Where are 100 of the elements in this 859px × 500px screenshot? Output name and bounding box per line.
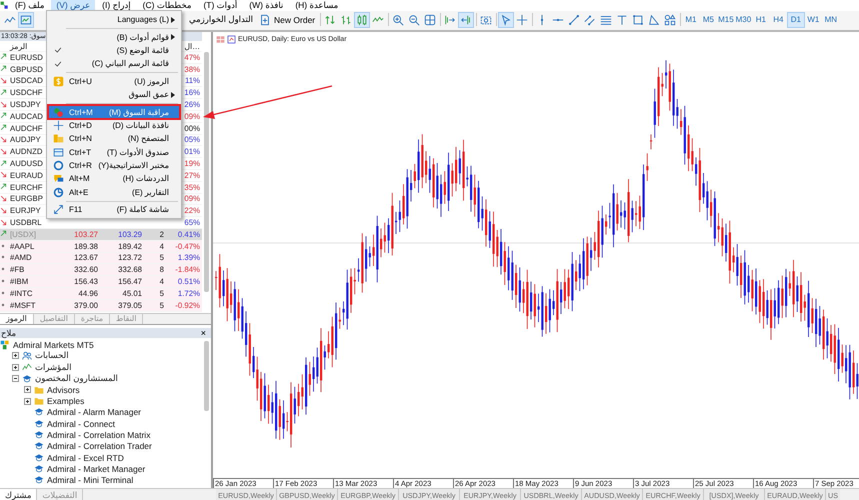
graduation-cap-icon [34,441,44,452]
ring-icon [52,160,64,172]
tree-item[interactable]: Admiral - Connect [47,418,116,429]
menu-item[interactable]: عمق السوق [48,88,180,102]
menu-item[interactable]: إدراج (I) [97,0,136,11]
toolbar-button[interactable] [18,12,34,28]
tree-item[interactable]: Admiral - Alarm Manager [47,407,142,418]
expand-icon[interactable] [24,386,31,394]
window-icon [52,146,64,158]
tree-item[interactable]: Advisors [47,384,80,395]
grid-icon [216,35,225,44]
tree-item[interactable]: Admiral - Correlation Trader [47,441,152,452]
tree-item[interactable]: المؤشرات [35,362,72,373]
grid-icon [424,14,436,26]
graduation-cap-icon [34,475,44,486]
tree-item[interactable]: Admiral Markets MT5 [13,340,94,350]
menu-item[interactable]: مخططات (C) [138,0,196,11]
cursor-icon [500,14,512,26]
app-logo-icon [0,1,9,10]
dollar-icon [52,76,64,87]
zoom-out-icon [408,14,420,26]
timeframe-button[interactable]: M30 [734,12,752,28]
dot-icon [0,290,6,296]
logo-icon [0,340,10,350]
dot-icon [0,302,6,308]
panel-tab[interactable]: مشترك [0,489,38,500]
menu-item[interactable]: قوائم أدوات (B) [48,30,180,44]
timeframe-button[interactable]: W1 [804,12,822,28]
shift-left-icon [460,14,472,26]
rectangle-icon [632,14,644,26]
channel-icon [584,14,596,26]
panel-title: ملاح [1,328,16,338]
folder-icon [34,384,44,395]
submenu-arrow-icon [171,34,175,40]
chart-icon [227,35,236,44]
scrollbar[interactable] [204,52,209,292]
toolbar-button[interactable] [458,12,474,28]
dot-icon [0,266,6,272]
text-tool-icon [616,14,628,26]
expand-icon[interactable] [12,352,19,360]
timeframe-button[interactable]: H1 [752,12,770,28]
camera-icon [480,14,492,26]
expand-icon[interactable] [24,398,31,405]
menu-item[interactable]: قائمة الرسم البياني (C) [48,57,180,71]
people-icon [22,350,32,361]
submenu-arrow-icon [171,92,175,98]
shapes-icon [664,14,676,26]
timeframe-button[interactable]: H4 [770,12,788,28]
tree-item[interactable]: Examples [47,396,84,406]
crosshair-icon [516,14,528,26]
zoom-in-icon [392,14,404,26]
menu-item[interactable]: قائمة الوضع (S) [48,44,180,58]
timeframe-button[interactable]: M15 [717,12,735,28]
trend-line-icon [568,14,580,26]
dot-icon [0,242,6,249]
scrollbar[interactable] [204,341,209,411]
timeframe-button[interactable]: M1 [682,12,700,28]
scroll-right-icon [444,14,456,26]
toolbar-button[interactable] [498,12,514,28]
menu-item[interactable]: Languages (L) [48,13,180,26]
tree-item[interactable]: Admiral - Correlation Matrix [47,430,150,440]
graduation-cap-icon [22,374,32,384]
expand-arrow-icon [52,204,64,216]
bar-chart-icon [340,14,352,26]
graduation-cap-icon [34,464,44,474]
menu-item[interactable]: عرض (V) [51,0,96,11]
document-plus-icon [259,14,272,26]
tree-item[interactable]: Admiral - Excel RTD [47,452,124,463]
timeframe-button[interactable]: M5 [700,12,718,28]
line-chart-icon [22,362,32,372]
dot-icon [0,278,6,284]
new-order-button[interactable]: New Order [256,12,318,28]
expand-icon[interactable] [12,364,19,371]
graduation-cap-icon [34,418,44,429]
tree-item[interactable]: Admiral - Mini Terminal [47,475,134,486]
timeframe-button[interactable]: D1 [787,12,805,28]
menu-item[interactable]: ملف (F) [10,0,50,11]
menu-item[interactable]: نافذة (W) [244,0,288,11]
menu-item[interactable]: مساعدة (H) [290,0,344,11]
algo-trading-button[interactable]: التداول الخوارزمي [186,12,256,28]
graduation-cap-icon [34,430,44,440]
chat-icon [52,173,64,184]
tree-item[interactable]: المستشارون المختصون [35,373,118,384]
folder-icon [34,396,44,406]
submenu-arrow-icon [171,16,175,23]
graduation-cap-icon [34,452,44,463]
dots-icon [52,106,64,118]
timeframe-button[interactable]: MN [822,12,840,28]
folder-icon [52,133,64,144]
toolbar-button[interactable] [354,12,370,28]
horizontal-levels-icon [600,14,612,26]
tree-item[interactable]: Admiral - Market Manager [47,464,146,474]
triangle-icon [648,14,660,26]
graduation-cap-icon [34,407,44,418]
tree-item[interactable]: الحسابات [35,350,69,362]
chart-window-icon [20,14,32,26]
up-down-arrows-icon [324,14,336,26]
collapse-icon[interactable] [12,375,19,382]
close-button[interactable]: × [198,328,208,338]
dot-icon [0,254,6,260]
